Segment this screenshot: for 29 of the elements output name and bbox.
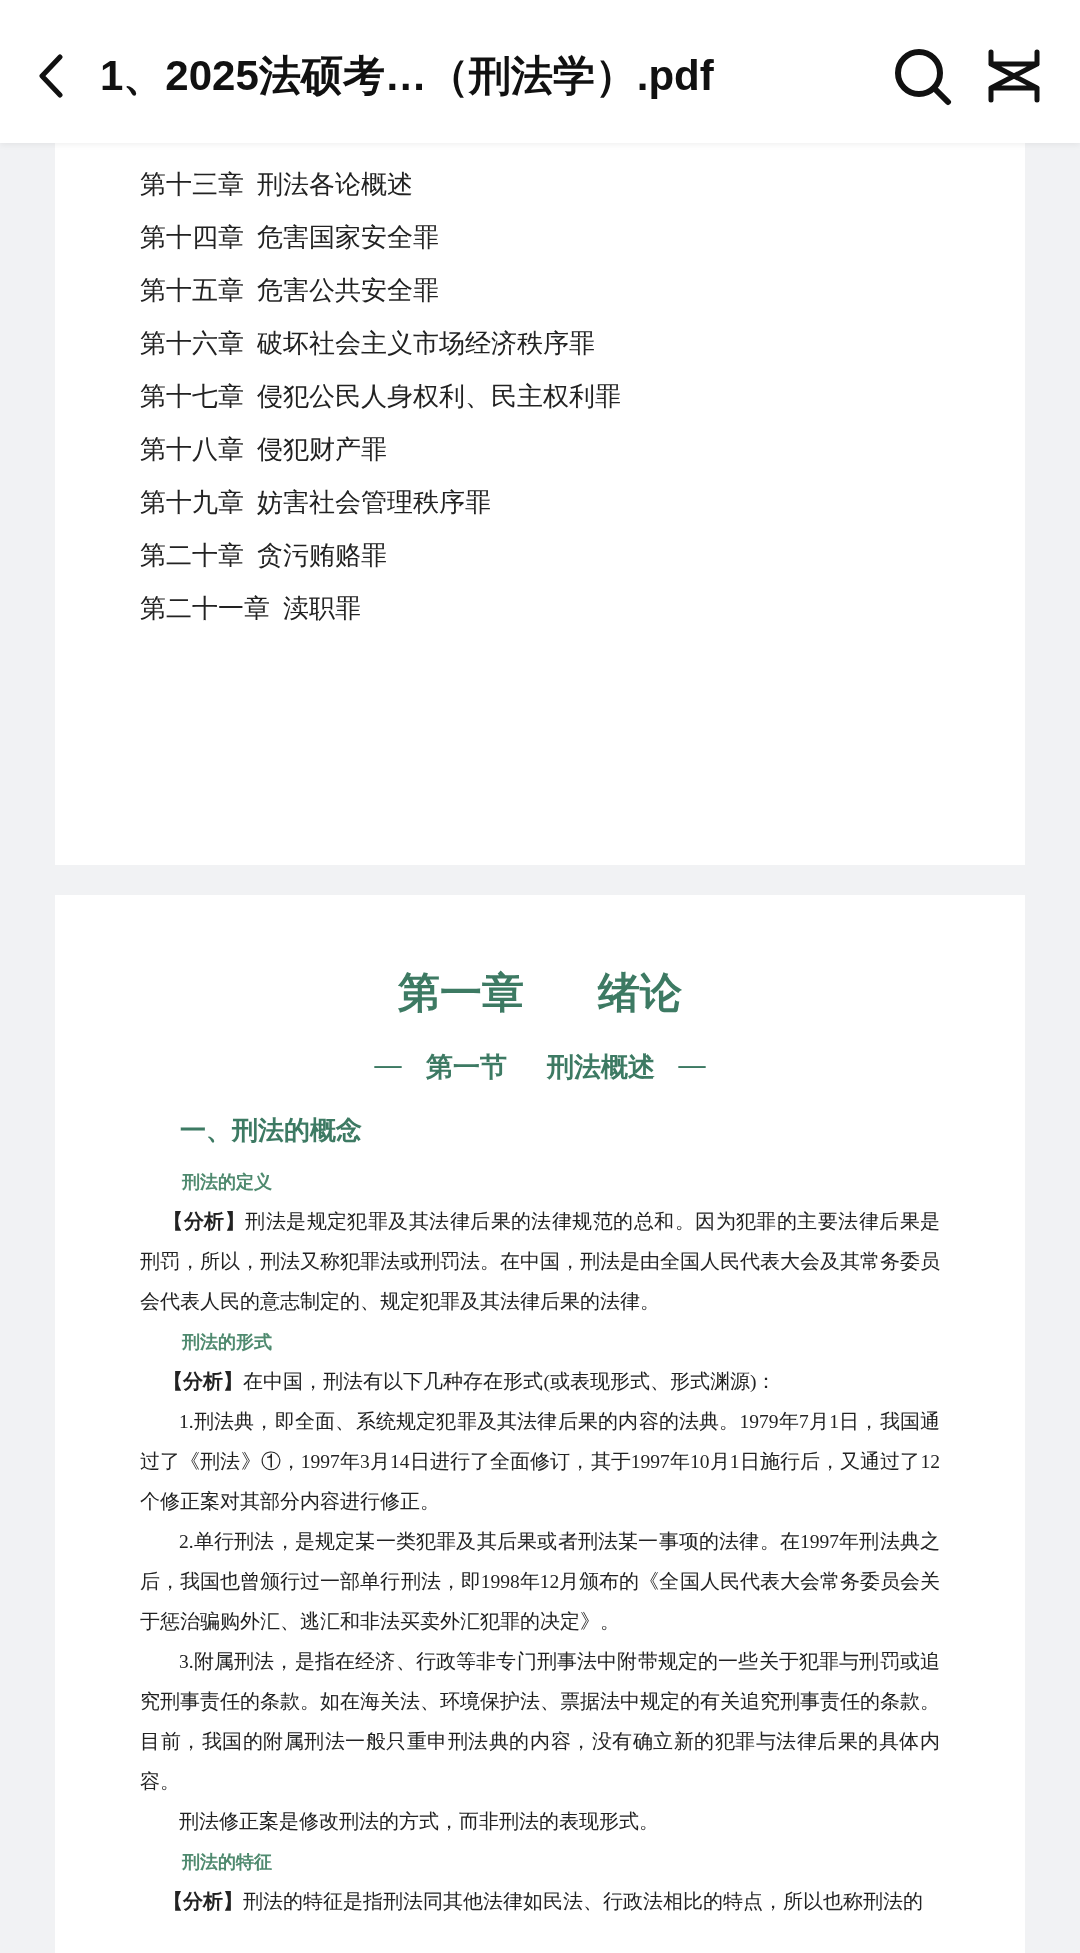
toc-entry: 第十三章 刑法各论概述 [140, 169, 414, 201]
analysis-paragraph: 【分析】在中国，刑法有以下几种存在形式(或表现形式、形式渊源)： [162, 1370, 778, 1394]
body-paragraph: 2.单行刑法，是规定某一类犯罪及其后果或者刑法某一事项的法律。在1997年刑法典之后，我国也曾颁行过一部单行刑法，即1998年12月颁布的《全国人民代表大会常务委员会关于惩治骗购外汇、逃汇和非法买卖外汇犯罪的决定》。 [140, 1530, 940, 1634]
body-paragraph: 3.附属刑法，是指在经济、行政等非专门刑事法中附带规定的一些关于犯罪与刑罚或追究刑事责任的条款。如在海关法、环境保护法、票据法中规定的有关追究刑事责任的条款。目前，我国的附属刑法一般只重申刑法典的内容，没有确立新的犯罪与法律后果的具体内容。 [140, 1650, 940, 1794]
toc-entry: 第十四章 危害国家安全罪 [140, 222, 440, 254]
toc-entry: 第十七章 侵犯公民人身权利、民主权利罪 [140, 381, 622, 413]
back-icon[interactable] [38, 53, 64, 98]
toc-entry: 第十六章 破坏社会主义市场经济秩序罪 [140, 328, 596, 360]
toc-entry: 第二十章 贪污贿赂罪 [140, 540, 388, 572]
subheading: 刑法的形式 [181, 1331, 273, 1354]
section-dash: — [678, 1049, 706, 1081]
subheading: 刑法的特征 [181, 1851, 273, 1874]
chapter-number: 第一章 [398, 969, 524, 1018]
toc-entry: 第十九章 妨害社会管理秩序罪 [140, 487, 492, 519]
section-dash: — [374, 1049, 402, 1081]
body-paragraph: 1.刑法典，即全面、系统规定犯罪及其法律后果的内容的法典。1979年7月1日，我国通过了《刑法》①，1997年3月14日进行了全面修订，其于1997年10月1日施行后，又通过了12个修正案对其部分内容进行修正。 [140, 1410, 940, 1514]
heading: 一、刑法的概念 [179, 1114, 363, 1147]
section-number: 第一节 [425, 1051, 507, 1084]
section-title: 刑法概述 [546, 1051, 655, 1084]
toc-entry: 第二十一章 渎职罪 [140, 593, 362, 625]
analysis-paragraph: 【分析】刑法的特征是指刑法同其他法律如民法、行政法相比的特点，所以也称刑法的 [162, 1890, 925, 1914]
chapter-title: 绪论 [598, 969, 682, 1018]
menu-icon[interactable] [986, 47, 1042, 104]
body-paragraph: 刑法修正案是修改刑法的方式，而非刑法的表现形式。 [178, 1810, 660, 1834]
analysis-paragraph: 【分析】刑法是规定犯罪及其法律后果的法律规范的总和。因为犯罪的主要法律后果是刑罚，所以，刑法又称犯罪法或刑罚法。在中国，刑法是由全国人民代表大会及其常务委员会代表人民的意志制定的、规定犯罪及其法律后果的法律。 [140, 1210, 940, 1314]
subheading: 刑法的定义 [181, 1171, 273, 1194]
toc-entry: 第十五章 危害公共安全罪 [140, 275, 440, 307]
document-title: 1、2025法硕考…（刑法学）.pdf [100, 50, 715, 101]
toc-entry: 第十八章 侵犯财产罪 [140, 434, 388, 466]
